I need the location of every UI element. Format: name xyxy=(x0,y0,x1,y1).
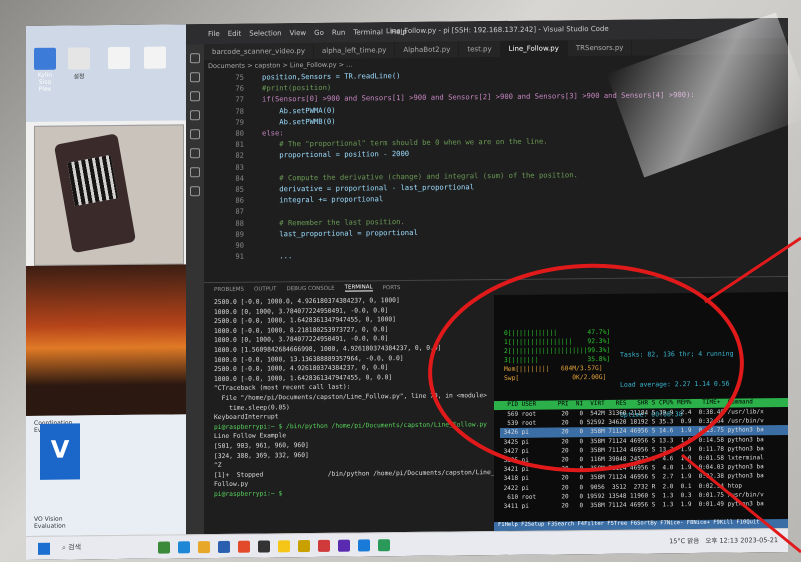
folder-icon[interactable] xyxy=(198,541,210,554)
vscode-icon[interactable] xyxy=(358,539,370,552)
breadcrumb[interactable]: Documents > capston > Line_Follow.py > .… xyxy=(208,61,352,71)
taskbar-app-icon[interactable] xyxy=(318,539,330,552)
line-number: 76 xyxy=(235,83,244,93)
system-tray[interactable]: 15°C 맑음 오후 12:13 2023-05-21 xyxy=(669,534,778,545)
source-control-icon[interactable] xyxy=(190,91,200,102)
menu-edit[interactable]: Edit xyxy=(228,30,242,38)
desktop-icon-1[interactable]: Kylin Siso Plex xyxy=(32,47,58,93)
menu-file[interactable]: File xyxy=(208,30,220,38)
desktop-icon-label: 설정 xyxy=(73,73,85,81)
code-line: else: xyxy=(262,128,284,138)
taskbar-app-icon[interactable] xyxy=(218,540,230,553)
code-line: integral += proportional xyxy=(262,194,384,205)
code-line: proportional = position - 2000 xyxy=(262,149,410,160)
menu-go[interactable]: Go xyxy=(314,29,324,37)
line-number: 77 xyxy=(235,95,244,105)
desktop-left-pane: Kylin Siso Plex 설정 Coordination Evaluati… xyxy=(26,24,186,536)
tab-output[interactable]: OUTPUT xyxy=(254,286,276,292)
app-label: VO Vision Evaluation xyxy=(34,515,66,530)
code-line: Ab.setPWMB(0) xyxy=(262,116,336,127)
tasks-text: Tasks: 82, 136 thr; 4 running xyxy=(620,349,734,359)
cpu-meter-line: Swp[ 0K/2.00G] xyxy=(504,373,607,382)
taskbar-app-icon[interactable] xyxy=(158,541,170,554)
line-number: 82 xyxy=(235,151,244,161)
taskbar-app-icon[interactable] xyxy=(178,541,190,554)
tab-test[interactable]: test.py xyxy=(459,41,501,58)
taskbar-app-icon[interactable] xyxy=(238,540,250,553)
load-average-text: Load average: 2.27 1.14 0.56 xyxy=(620,379,730,389)
desktop-icon-4[interactable] xyxy=(142,46,168,81)
v-app-icon[interactable]: V xyxy=(40,423,80,480)
wallpaper-sunset xyxy=(26,264,186,416)
taskbar-app-icon[interactable] xyxy=(298,540,310,553)
menu-view[interactable]: View xyxy=(290,29,307,37)
testing-icon[interactable] xyxy=(190,167,200,178)
windows-start-icon[interactable] xyxy=(38,542,50,555)
terminal-line: pi@raspberrypi:~ $ xyxy=(214,490,287,498)
tab-debug-console[interactable]: DEBUG CONSOLE xyxy=(286,285,334,292)
line-number: 84 xyxy=(235,173,244,183)
line-number: 81 xyxy=(235,139,244,149)
qr-code-image xyxy=(67,154,119,207)
file-icon xyxy=(144,46,166,69)
code-line: #print(position) xyxy=(262,82,332,93)
code-line: position,Sensors = TR.readLine() xyxy=(262,71,401,82)
code-line: Ab.setPWMA(0) xyxy=(262,105,336,116)
remote-explorer-icon[interactable] xyxy=(190,148,200,159)
tab-alphabot2[interactable]: AlphaBot2.py xyxy=(395,41,460,59)
run-debug-icon[interactable] xyxy=(190,110,200,121)
weather-text: 15°C 맑음 xyxy=(669,536,700,546)
taskbar-app-icon[interactable] xyxy=(258,540,270,553)
line-number: 80 xyxy=(235,128,244,138)
menu-selection[interactable]: Selection xyxy=(249,29,281,37)
tab-problems[interactable]: PROBLEMS xyxy=(214,286,244,292)
code-line: ... xyxy=(262,251,293,261)
tab-line-follow[interactable]: Line_Follow.py xyxy=(500,40,568,58)
search-icon[interactable] xyxy=(190,72,200,83)
chrome-icon[interactable] xyxy=(278,540,290,553)
menu-run[interactable]: Run xyxy=(332,29,345,37)
line-number: 87 xyxy=(235,207,244,217)
taskbar-search[interactable]: ⌕ 검색 xyxy=(62,542,81,552)
explorer-icon[interactable] xyxy=(190,53,200,64)
tab-alpha-left-time[interactable]: alpha_left_time.py xyxy=(314,42,396,59)
flask-icon[interactable] xyxy=(190,186,200,197)
htop-terminal[interactable]: 0[|||||||||||| 47.7%] 1[|||||||||||||||| … xyxy=(494,292,788,532)
menu-terminal[interactable]: Terminal xyxy=(353,28,383,36)
clock-text: 오후 12:13 2023-05-21 xyxy=(705,536,778,545)
window-title: Line_Follow.py - pi [SSH: 192.168.137.24… xyxy=(386,24,609,36)
line-number: 86 xyxy=(235,195,244,205)
line-number: 75 xyxy=(235,72,244,82)
code-line: last_proportional = proportional xyxy=(262,227,418,239)
line-number: 79 xyxy=(235,117,244,127)
settings-icon xyxy=(68,47,90,70)
tab-barcode-scanner[interactable]: barcode_scanner_video.py xyxy=(204,42,314,61)
camera-preview-window[interactable] xyxy=(34,124,184,266)
desktop-icon-3[interactable] xyxy=(106,46,132,81)
line-number: 78 xyxy=(235,106,244,116)
cpu-meters: 0[|||||||||||| 47.7%] 1[|||||||||||||||| … xyxy=(504,328,610,383)
taskbar-app-icon[interactable] xyxy=(338,539,350,552)
line-number: 91 xyxy=(235,251,244,261)
extensions-icon[interactable] xyxy=(190,129,200,140)
process-row[interactable]: 3411 pi 20 0 358M 71124 46956 S 1.3 1.9 … xyxy=(500,499,788,511)
app-icon xyxy=(34,47,56,70)
terminal-output[interactable]: 2500.0 [-0.0, 1000.0, 4.926180374384237,… xyxy=(204,295,494,534)
activity-bar xyxy=(186,44,204,535)
desktop-icon-2[interactable]: 설정 xyxy=(66,47,92,81)
process-table: 569 root 20 0 542M 31360 21184 S 39.9 2.… xyxy=(494,407,788,511)
file-icon xyxy=(108,46,130,70)
desktop-icon-label: Kylin Siso Plex xyxy=(37,71,53,93)
taskbar-app-icon[interactable] xyxy=(378,539,390,552)
tab-ports[interactable]: PORTS xyxy=(383,285,401,291)
tab-trsensors[interactable]: TRSensors.py xyxy=(567,39,633,57)
phone-image xyxy=(53,133,137,254)
line-number: 90 xyxy=(235,240,244,250)
tab-terminal[interactable]: TERMINAL xyxy=(344,284,373,292)
line-number: 89 xyxy=(235,229,244,239)
line-number: 88 xyxy=(235,218,244,228)
line-number: 83 xyxy=(235,162,244,172)
search-label: 검색 xyxy=(68,543,82,552)
line-number: 85 xyxy=(235,184,244,194)
